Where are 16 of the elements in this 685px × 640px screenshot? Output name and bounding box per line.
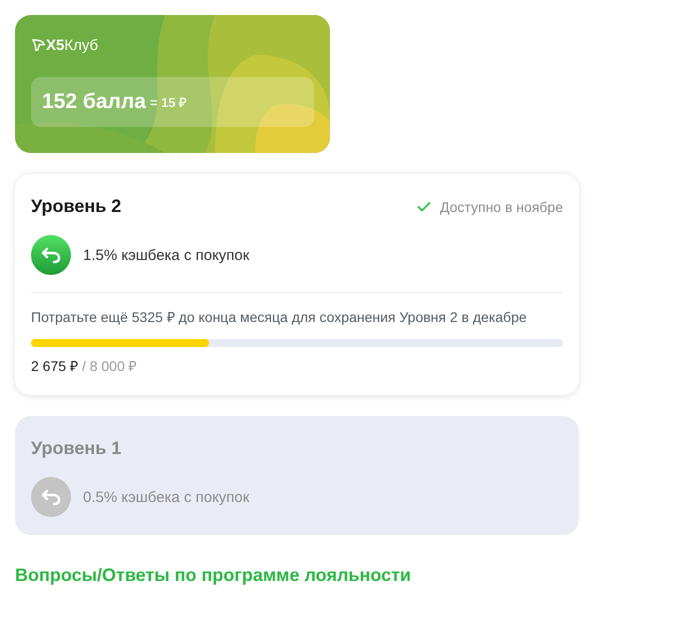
leaf-icon bbox=[32, 39, 45, 52]
cashback-icon bbox=[31, 477, 71, 517]
check-icon bbox=[417, 201, 431, 212]
spent-amount: 2 675 ₽ bbox=[31, 357, 78, 375]
cashback-text: 1.5% кэшбека с покупок bbox=[83, 246, 250, 264]
points-value: 152 балла bbox=[42, 90, 146, 114]
level-title: Уровень 1 bbox=[31, 438, 122, 459]
faq-link[interactable]: Вопросы/Ответы по программе лояльности bbox=[15, 565, 411, 586]
logo-text: X5Клуб bbox=[46, 37, 98, 54]
target-amount: / 8 000 ₽ bbox=[82, 357, 137, 375]
cashback-icon bbox=[31, 235, 71, 275]
cashback-text: 0.5% кэшбека с покупок bbox=[83, 488, 250, 506]
availability-status: Доступно в ноябре bbox=[440, 198, 563, 214]
hint-text: Потратьте ещё 5325 ₽ до конца месяца для сохранения Уровня 2 в декабре bbox=[31, 308, 528, 327]
points-equivalent: = 15 ₽ bbox=[150, 94, 188, 111]
level-title: Уровень 2 bbox=[31, 196, 122, 217]
